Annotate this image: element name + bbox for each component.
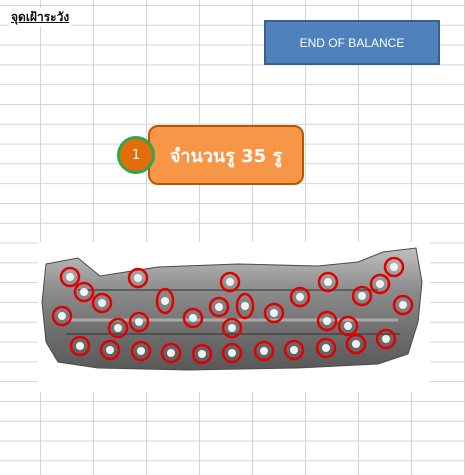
hole xyxy=(106,346,114,354)
hole xyxy=(382,335,390,343)
hole xyxy=(358,292,366,300)
end-of-balance-button[interactable]: END OF BALANCE xyxy=(264,20,440,65)
hole xyxy=(290,346,298,354)
sheet-title: จุดเฝ้าระวัง xyxy=(9,8,72,27)
hole xyxy=(324,278,332,286)
hole xyxy=(390,263,398,271)
hole xyxy=(161,297,169,305)
hole xyxy=(352,340,360,348)
hole xyxy=(135,318,143,326)
hole xyxy=(114,324,122,332)
hole xyxy=(226,278,234,286)
hole xyxy=(76,342,84,350)
hole xyxy=(98,299,106,307)
spreadsheet-grid xyxy=(0,0,465,475)
hole xyxy=(189,314,197,322)
hole xyxy=(228,324,236,332)
hole xyxy=(66,273,74,281)
hole xyxy=(80,288,88,296)
hole xyxy=(134,274,142,282)
bumper-part-image xyxy=(41,247,423,371)
hole xyxy=(260,347,268,355)
hole xyxy=(344,322,352,330)
hole xyxy=(376,280,384,288)
hole xyxy=(270,309,278,317)
hole xyxy=(198,350,206,358)
hole xyxy=(58,312,66,320)
hole xyxy=(322,344,330,352)
hole xyxy=(399,301,407,309)
hole xyxy=(137,347,145,355)
hole-count-box: จำนวนรู 35 รู xyxy=(148,125,304,185)
hole xyxy=(215,303,223,311)
hole xyxy=(241,302,249,310)
hole xyxy=(228,349,236,357)
hole xyxy=(323,317,331,325)
hole xyxy=(296,293,304,301)
step-number-badge: 1 xyxy=(117,136,155,174)
hole xyxy=(167,349,175,357)
